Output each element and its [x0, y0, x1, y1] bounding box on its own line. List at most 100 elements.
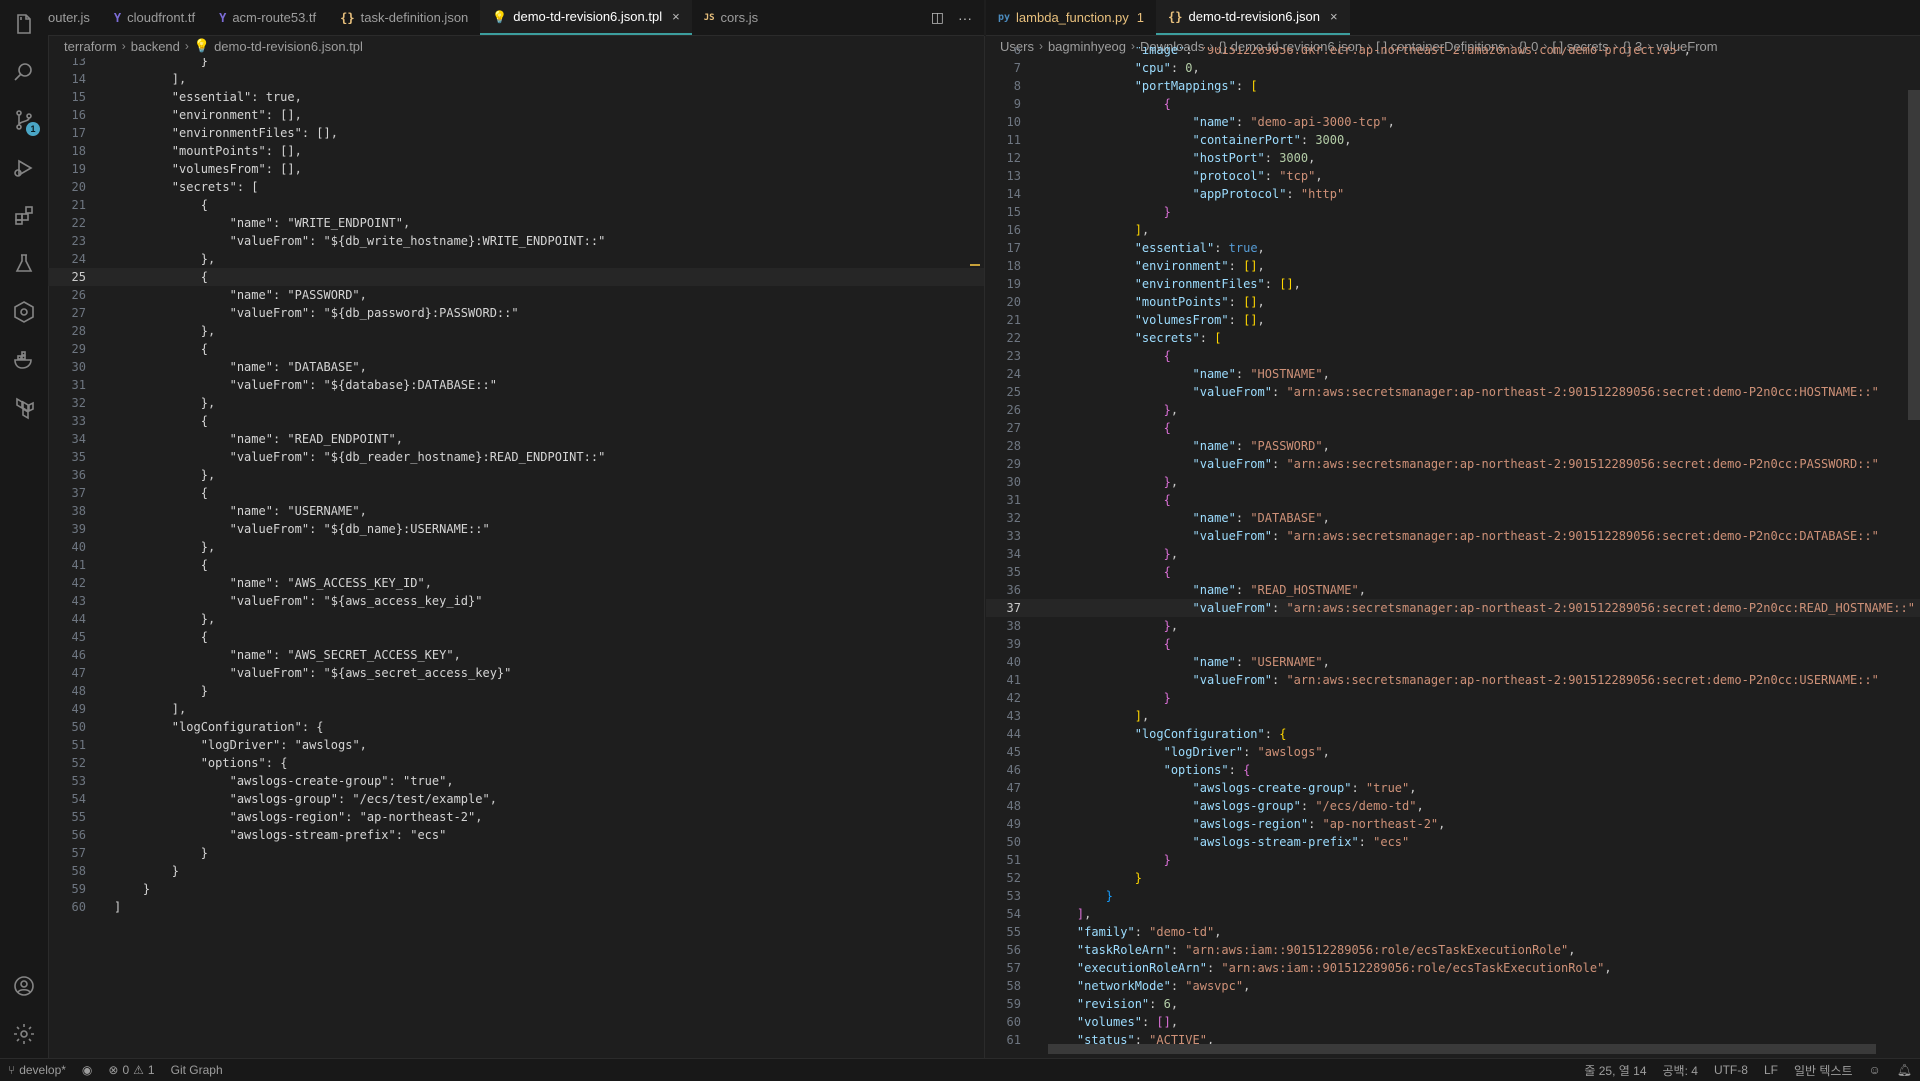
code-line[interactable]: 54 ], [986, 905, 1920, 923]
code-line[interactable]: 39 { [986, 635, 1920, 653]
code-line[interactable]: 15 "essential": true, [48, 88, 984, 106]
code-line[interactable]: 55 "family": "demo-td", [986, 923, 1920, 941]
code-line[interactable]: 45 { [48, 628, 984, 646]
code-line[interactable]: 43 "valueFrom": "${aws_access_key_id}" [48, 592, 984, 610]
code-line[interactable]: 46 "name": "AWS_SECRET_ACCESS_KEY", [48, 646, 984, 664]
code-line[interactable]: 60 "volumes": [], [986, 1013, 1920, 1031]
close-tab-icon[interactable]: × [1330, 9, 1338, 24]
code-line[interactable]: 43 ], [986, 707, 1920, 725]
code-line[interactable]: 24 "name": "HOSTNAME", [986, 365, 1920, 383]
code-line[interactable]: 7 "cpu": 0, [986, 59, 1920, 77]
code-line[interactable]: 54 "awslogs-group": "/ecs/test/example", [48, 790, 984, 808]
code-line[interactable]: 30 }, [986, 473, 1920, 491]
code-line[interactable]: 58 } [48, 862, 984, 880]
tab-demo-td-revision6-json-tpl[interactable]: 💡 demo-td-revision6.json.tpl × [480, 0, 692, 35]
code-line[interactable]: 33 "valueFrom": "arn:aws:secretsmanager:… [986, 527, 1920, 545]
code-line[interactable]: 38 "name": "USERNAME", [48, 502, 984, 520]
code-line[interactable]: 26 }, [986, 401, 1920, 419]
code-line[interactable]: 28 "name": "PASSWORD", [986, 437, 1920, 455]
code-line[interactable]: 41 { [48, 556, 984, 574]
code-line[interactable]: 18 "environment": [], [986, 257, 1920, 275]
code-line[interactable]: 56 "awslogs-stream-prefix": "ecs" [48, 826, 984, 844]
code-line[interactable]: 27 "valueFrom": "${db_password}:PASSWORD… [48, 304, 984, 322]
split-divider[interactable] [984, 36, 985, 1058]
code-line[interactable]: 51 "logDriver": "awslogs", [48, 736, 984, 754]
cursor-position[interactable]: 줄 25, 열 14 [1576, 1062, 1654, 1079]
code-line[interactable]: 22 "secrets": [ [986, 329, 1920, 347]
code-line[interactable]: 44 "logConfiguration": { [986, 725, 1920, 743]
code-line[interactable]: 31 { [986, 491, 1920, 509]
extensions-icon[interactable] [12, 204, 36, 228]
code-line[interactable]: 41 "valueFrom": "arn:aws:secretsmanager:… [986, 671, 1920, 689]
code-line[interactable]: 14 ], [48, 70, 984, 88]
breadcrumb-segment[interactable]: demo-td-revision6.json.tpl [214, 39, 363, 54]
breadcrumb-segment[interactable]: backend [131, 39, 180, 54]
code-line[interactable]: 29 { [48, 340, 984, 358]
settings-gear-icon[interactable] [12, 1022, 36, 1046]
problems-status[interactable]: ⊗ 0 ⚠ 1 [100, 1063, 162, 1077]
code-line[interactable]: 23 { [986, 347, 1920, 365]
explorer-icon[interactable] [12, 12, 36, 36]
more-actions-icon[interactable]: ··· [958, 10, 972, 26]
code-line[interactable]: 50 "awslogs-stream-prefix": "ecs" [986, 833, 1920, 851]
code-line[interactable]: 58 "networkMode": "awsvpc", [986, 977, 1920, 995]
code-line[interactable]: 16 ], [986, 221, 1920, 239]
run-debug-icon[interactable] [12, 156, 36, 180]
code-line[interactable]: 15 } [986, 203, 1920, 221]
code-line[interactable]: 30 "name": "DATABASE", [48, 358, 984, 376]
code-line[interactable]: 28 }, [48, 322, 984, 340]
code-line[interactable]: 48 } [48, 682, 984, 700]
code-line[interactable]: 55 "awslogs-region": "ap-northeast-2", [48, 808, 984, 826]
code-line[interactable]: 32 }, [48, 394, 984, 412]
code-line[interactable]: 18 "mountPoints": [], [48, 142, 984, 160]
indentation[interactable]: 공백: 4 [1655, 1062, 1706, 1079]
horizontal-scrollbar[interactable] [1048, 1044, 1876, 1054]
notifications-bell-icon[interactable]: 🔔︎ [1889, 1063, 1920, 1077]
encoding[interactable]: UTF-8 [1706, 1063, 1756, 1077]
code-line[interactable]: 29 "valueFrom": "arn:aws:secretsmanager:… [986, 455, 1920, 473]
tab-cloudfront-tf[interactable]: Y cloudfront.tf [102, 0, 207, 35]
code-line[interactable]: 34 }, [986, 545, 1920, 563]
code-line[interactable]: 45 "logDriver": "awslogs", [986, 743, 1920, 761]
code-line[interactable]: 42 "name": "AWS_ACCESS_KEY_ID", [48, 574, 984, 592]
code-line[interactable]: 49 "awslogs-region": "ap-northeast-2", [986, 815, 1920, 833]
close-tab-icon[interactable]: × [672, 9, 680, 24]
code-line[interactable]: 12 "hostPort": 3000, [986, 149, 1920, 167]
code-line[interactable]: 37 { [48, 484, 984, 502]
git-graph-button[interactable]: Git Graph [163, 1063, 231, 1077]
code-line[interactable]: 47 "valueFrom": "${aws_secret_access_key… [48, 664, 984, 682]
code-line[interactable]: 50 "logConfiguration": { [48, 718, 984, 736]
code-line[interactable]: 25 "valueFrom": "arn:aws:secretsmanager:… [986, 383, 1920, 401]
code-line[interactable]: 16 "environment": [], [48, 106, 984, 124]
live-share-status[interactable]: ◉ [74, 1063, 100, 1077]
tab-lambda-function-py[interactable]: py lambda_function.py 1 [986, 0, 1156, 35]
code-line[interactable]: 38 }, [986, 617, 1920, 635]
code-line[interactable]: 33 { [48, 412, 984, 430]
code-line[interactable]: 21 { [48, 196, 984, 214]
terraform-icon[interactable] [12, 396, 36, 420]
code-line[interactable]: 24 }, [48, 250, 984, 268]
code-line[interactable]: 46 "options": { [986, 761, 1920, 779]
end-of-line[interactable]: LF [1756, 1063, 1786, 1077]
code-line[interactable]: 36 "name": "READ_HOSTNAME", [986, 581, 1920, 599]
branch-status[interactable]: ⑂ develop* [0, 1063, 74, 1077]
code-line[interactable]: 21 "volumesFrom": [], [986, 311, 1920, 329]
code-line[interactable]: 56 "taskRoleArn": "arn:aws:iam::90151228… [986, 941, 1920, 959]
code-line[interactable]: 51 } [986, 851, 1920, 869]
code-line[interactable]: 26 "name": "PASSWORD", [48, 286, 984, 304]
language-mode[interactable]: 일반 텍스트 [1786, 1062, 1861, 1079]
tab-acm-route53-tf[interactable]: Y acm-route53.tf [207, 0, 328, 35]
split-editor-icon[interactable]: ◫ [931, 9, 944, 26]
code-line[interactable]: 40 }, [48, 538, 984, 556]
code-line[interactable]: 48 "awslogs-group": "/ecs/demo-td", [986, 797, 1920, 815]
code-line[interactable]: 53 } [986, 887, 1920, 905]
code-line[interactable]: 53 "awslogs-create-group": "true", [48, 772, 984, 790]
code-line[interactable]: 36 }, [48, 466, 984, 484]
code-line[interactable]: 19 "volumesFrom": [], [48, 160, 984, 178]
testing-icon[interactable] [12, 252, 36, 276]
code-line[interactable]: 11 "containerPort": 3000, [986, 131, 1920, 149]
code-line[interactable]: 10 "name": "demo-api-3000-tcp", [986, 113, 1920, 131]
code-line[interactable]: 9 { [986, 95, 1920, 113]
code-line[interactable]: 59 "revision": 6, [986, 995, 1920, 1013]
code-line[interactable]: 19 "environmentFiles": [], [986, 275, 1920, 293]
